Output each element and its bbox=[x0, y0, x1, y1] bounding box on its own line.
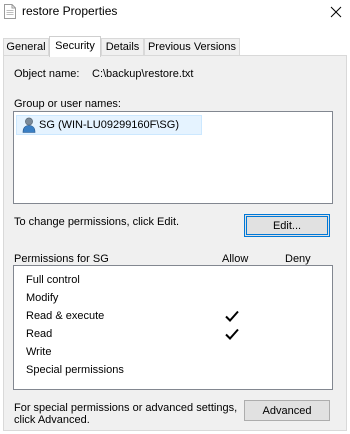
permission-row-read-execute: Read & execute bbox=[14, 308, 332, 326]
list-item-sg[interactable]: SG (WIN-LU09299160F\SG) bbox=[16, 115, 202, 135]
tab-general[interactable]: General bbox=[3, 38, 49, 55]
change-permissions-hint: To change permissions, click Edit. bbox=[14, 216, 180, 228]
tab-general-label: General bbox=[6, 41, 46, 53]
file-icon bbox=[4, 4, 16, 19]
title-bar[interactable]: restore Properties bbox=[0, 0, 350, 30]
permissions-list: Full control Modify Read & execute Read … bbox=[13, 265, 333, 390]
allow-check-icon bbox=[225, 310, 239, 322]
advanced-hint-line2: click Advanced. bbox=[14, 414, 90, 426]
group-user-list[interactable]: SG (WIN-LU09299160F\SG) bbox=[13, 111, 333, 204]
permission-name: Modify bbox=[26, 292, 59, 304]
tab-previous-versions[interactable]: Previous Versions bbox=[144, 38, 240, 55]
permission-name: Special permissions bbox=[26, 364, 124, 376]
permission-row-full-control: Full control bbox=[14, 272, 332, 290]
tab-details[interactable]: Details bbox=[101, 38, 144, 55]
group-names-label: Group or user names: bbox=[14, 98, 121, 110]
close-button[interactable] bbox=[322, 0, 350, 26]
permission-row-write: Write bbox=[14, 344, 332, 362]
allow-check-icon bbox=[225, 328, 239, 340]
tab-previous-versions-label: Previous Versions bbox=[147, 41, 237, 53]
permission-name: Read bbox=[26, 328, 53, 340]
object-name-label: Object name: bbox=[14, 68, 80, 80]
permission-row-read: Read bbox=[14, 326, 332, 344]
edit-button[interactable]: Edit... bbox=[244, 214, 330, 237]
user-icon bbox=[22, 117, 36, 133]
edit-button-label: Edit... bbox=[272, 220, 302, 232]
list-item-label: SG (WIN-LU09299160F\SG) bbox=[39, 119, 179, 131]
permission-name: Read & execute bbox=[26, 310, 105, 322]
close-icon bbox=[330, 6, 342, 18]
window-title: restore Properties bbox=[22, 4, 118, 18]
tab-details-label: Details bbox=[105, 41, 140, 53]
allow-column-header: Allow bbox=[222, 253, 249, 265]
advanced-hint-line1: For special permissions or advanced sett… bbox=[14, 402, 238, 414]
advanced-button[interactable]: Advanced bbox=[244, 400, 330, 421]
advanced-button-label: Advanced bbox=[262, 405, 312, 417]
tab-security[interactable]: Security bbox=[49, 36, 101, 57]
permissions-title: Permissions for SG bbox=[14, 253, 109, 265]
permission-name: Full control bbox=[26, 274, 80, 286]
tab-strip: General Security Details Previous Versio… bbox=[0, 36, 350, 57]
permission-row-modify: Modify bbox=[14, 290, 332, 308]
object-name-value: C:\backup\restore.txt bbox=[92, 68, 194, 80]
properties-window: restore Properties General Security Deta… bbox=[0, 0, 350, 434]
deny-column-header: Deny bbox=[285, 253, 311, 265]
permission-name: Write bbox=[26, 346, 52, 358]
permission-row-special: Special permissions bbox=[14, 362, 332, 380]
tab-security-label: Security bbox=[55, 40, 95, 52]
